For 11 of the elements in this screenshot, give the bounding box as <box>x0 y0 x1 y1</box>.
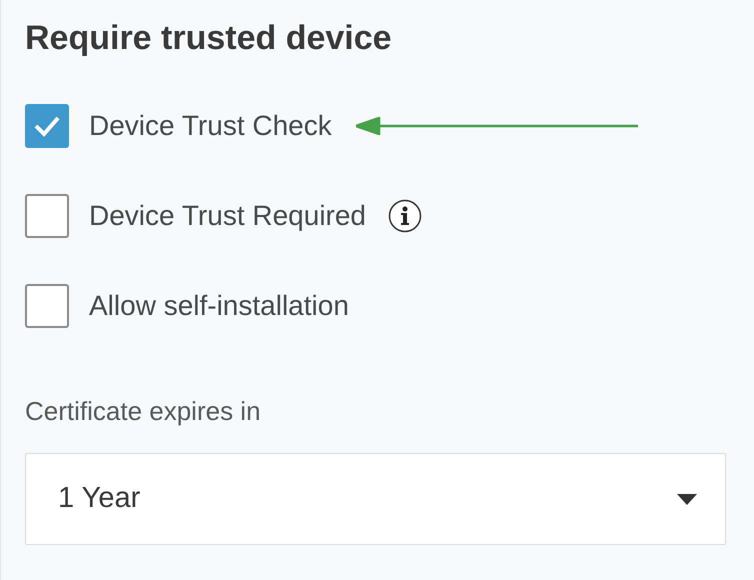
field-label: Certificate expires in <box>25 395 262 428</box>
dropdown-caret-icon <box>677 494 697 504</box>
expiry-select[interactable]: 1 Year <box>25 453 726 545</box>
check-icon <box>33 115 61 137</box>
checkbox[interactable] <box>25 104 69 148</box>
checkbox-label: Device Trust Check <box>89 109 332 143</box>
checkbox-label: Allow self-installation <box>89 289 349 323</box>
checkbox-label: Device Trust Required <box>89 199 366 233</box>
checkbox[interactable] <box>25 194 69 238</box>
section-title: Require trusted device <box>25 18 393 59</box>
checkbox[interactable] <box>25 284 69 328</box>
